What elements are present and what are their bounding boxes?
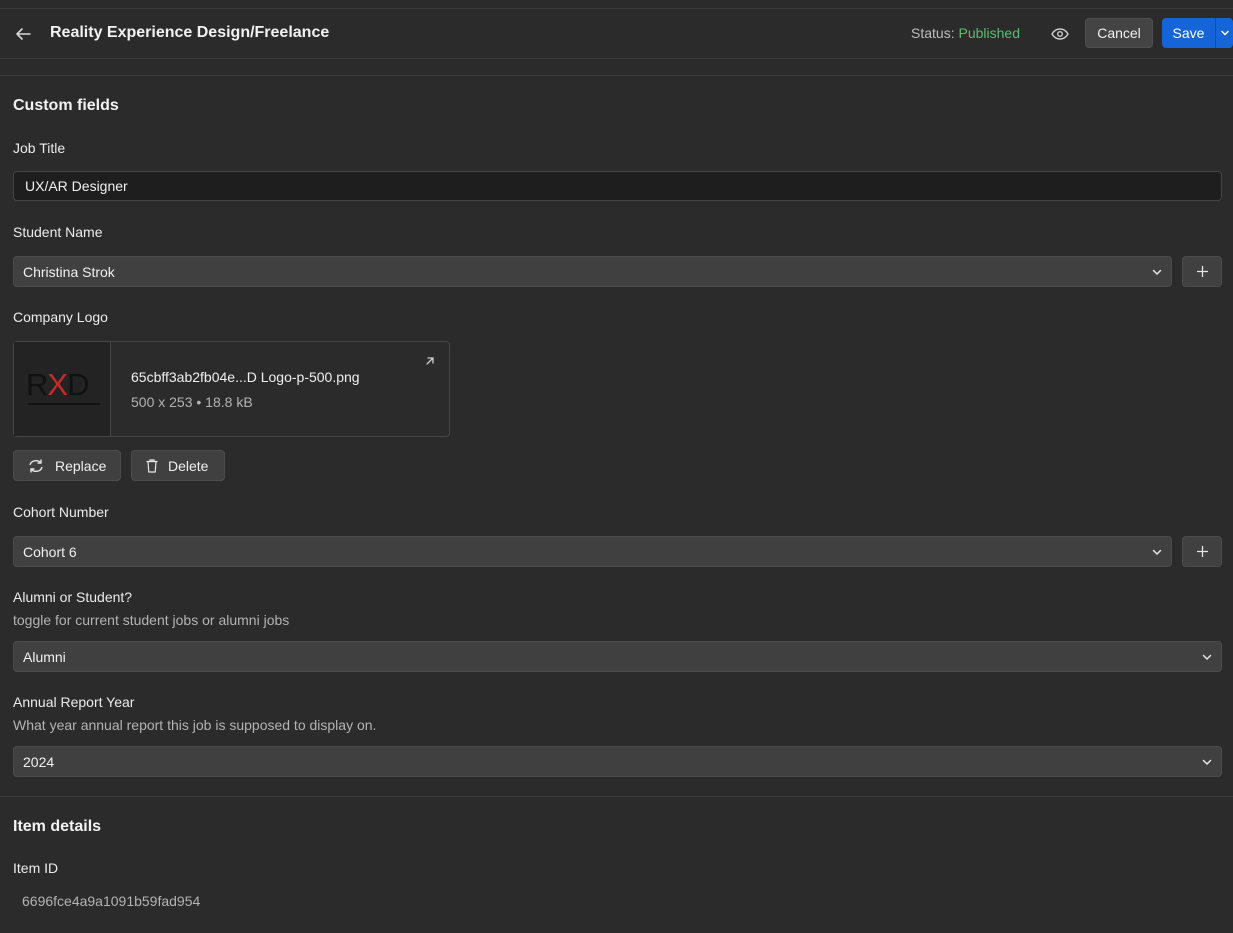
company-logo-thumbnail: RXD bbox=[14, 342, 111, 436]
section-title-custom-fields: Custom fields bbox=[13, 97, 119, 114]
job-title-label: Job Title bbox=[13, 140, 66, 156]
open-external-icon[interactable] bbox=[423, 354, 437, 368]
plus-icon bbox=[1197, 266, 1208, 277]
eye-icon[interactable] bbox=[1049, 23, 1071, 45]
item-id-label: Item ID bbox=[13, 860, 59, 876]
plus-icon bbox=[1197, 546, 1208, 557]
chevron-down-icon bbox=[1220, 30, 1229, 36]
arrow-left-icon[interactable] bbox=[12, 23, 34, 45]
annual-report-year-help: What year annual report this job is supp… bbox=[13, 717, 377, 733]
cancel-button[interactable]: Cancel bbox=[1085, 18, 1153, 48]
cohort-number-select[interactable]: Cohort 6 bbox=[13, 536, 1172, 567]
chevron-down-icon bbox=[1202, 654, 1212, 661]
logo-subtitle-line bbox=[28, 403, 100, 405]
chevron-down-icon bbox=[1202, 759, 1212, 766]
company-logo-label: Company Logo bbox=[13, 309, 108, 325]
section-title-item-details: Item details bbox=[13, 818, 102, 835]
cohort-number-value: Cohort 6 bbox=[23, 543, 77, 560]
refresh-icon bbox=[29, 459, 43, 472]
top-bar: Reality Experience Design/Freelance Stat… bbox=[0, 8, 1233, 59]
divider bbox=[0, 75, 1233, 76]
chevron-down-icon bbox=[1152, 269, 1162, 276]
alumni-or-student-value: Alumni bbox=[23, 648, 66, 665]
annual-report-year-value: 2024 bbox=[23, 753, 55, 770]
student-name-value: Christina Strok bbox=[23, 263, 115, 280]
status-label: Status: bbox=[911, 25, 955, 41]
add-cohort-button[interactable] bbox=[1182, 536, 1222, 567]
student-name-select[interactable]: Christina Strok bbox=[13, 256, 1172, 287]
job-title-input[interactable] bbox=[13, 171, 1222, 201]
add-student-button[interactable] bbox=[1182, 256, 1222, 287]
replace-label: Replace bbox=[55, 457, 107, 474]
cohort-number-label: Cohort Number bbox=[13, 504, 109, 520]
replace-button[interactable]: Replace bbox=[13, 450, 121, 481]
student-name-label: Student Name bbox=[13, 224, 103, 240]
chevron-down-icon bbox=[1152, 549, 1162, 556]
save-options-button[interactable] bbox=[1215, 18, 1233, 48]
page-title: Reality Experience Design/Freelance bbox=[50, 24, 330, 41]
item-id-value: 6696fce4a9a1091b59fad954 bbox=[22, 893, 201, 909]
annual-report-year-label: Annual Report Year bbox=[13, 694, 135, 710]
status-indicator: Status: Published bbox=[911, 25, 1020, 41]
alumni-or-student-select[interactable]: Alumni bbox=[13, 641, 1222, 672]
save-button[interactable]: Save bbox=[1162, 18, 1215, 48]
delete-button[interactable]: Delete bbox=[131, 450, 225, 481]
rxd-logo-image: RXD bbox=[26, 367, 89, 402]
trash-icon bbox=[146, 458, 158, 473]
delete-label: Delete bbox=[168, 457, 209, 474]
status-value: Published bbox=[958, 25, 1020, 41]
annual-report-year-select[interactable]: 2024 bbox=[13, 746, 1222, 777]
alumni-or-student-label: Alumni or Student? bbox=[13, 589, 133, 605]
divider bbox=[0, 796, 1233, 797]
asset-file-meta: 500 x 253 • 18.8 kB bbox=[131, 394, 253, 410]
company-logo-asset-card: RXD 65cbff3ab2fb04e...D Logo-p-500.png 5… bbox=[13, 341, 450, 437]
asset-file-name: 65cbff3ab2fb04e...D Logo-p-500.png bbox=[131, 369, 360, 385]
alumni-or-student-help: toggle for current student jobs or alumn… bbox=[13, 612, 290, 628]
